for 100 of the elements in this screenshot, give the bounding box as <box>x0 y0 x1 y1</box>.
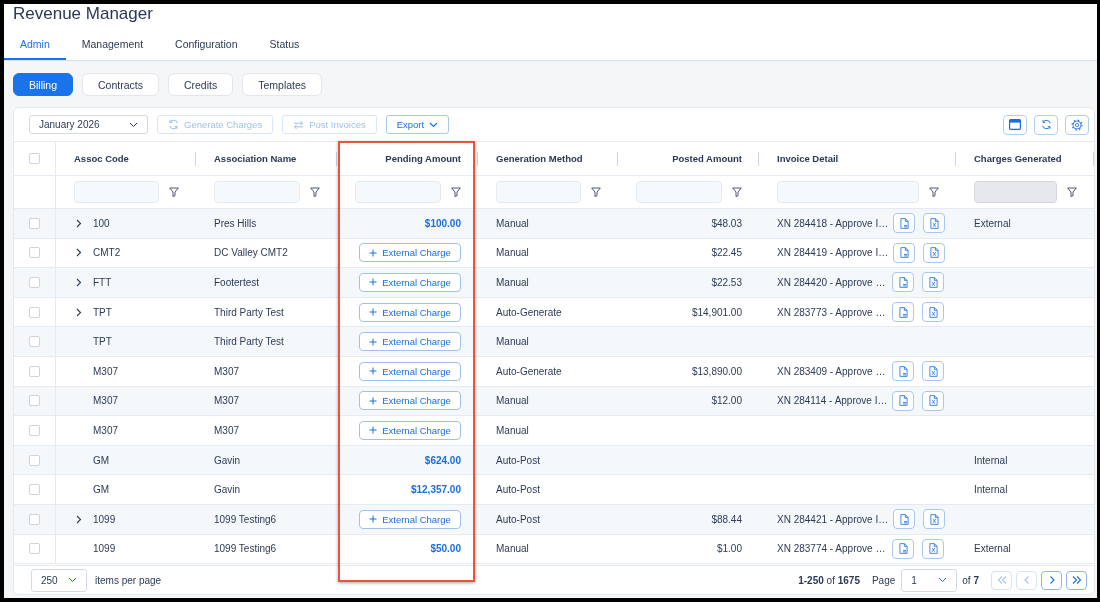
page-size-select[interactable]: 250 <box>31 568 87 592</box>
row-checkbox[interactable] <box>29 395 40 407</box>
plus-icon <box>369 337 378 346</box>
filter-icon[interactable] <box>169 187 179 197</box>
document-button[interactable] <box>893 213 916 234</box>
document-button[interactable] <box>892 361 914 382</box>
external-charge-button[interactable]: External Charge <box>359 243 461 263</box>
document-button[interactable] <box>892 272 914 293</box>
refresh-button[interactable] <box>1034 114 1058 135</box>
section-tab[interactable]: Templates <box>242 73 323 96</box>
section-tab[interactable]: Billing <box>13 73 73 96</box>
period-select[interactable]: January 2026 <box>29 115 148 134</box>
page-select[interactable]: 1 <box>901 568 958 592</box>
row-checkbox[interactable] <box>29 484 40 496</box>
assoc-code: TPT <box>93 336 112 348</box>
posted-amount: $22.45 <box>711 247 742 259</box>
assoc-code: 100 <box>93 217 110 229</box>
column-header[interactable]: Invoice Detail <box>759 142 956 175</box>
filter-field[interactable] <box>777 181 919 203</box>
filter-field[interactable] <box>74 181 159 203</box>
last-page-button[interactable] <box>1066 570 1087 590</box>
invoice-detail: XN 283409 - Approve … <box>777 365 887 377</box>
nav-tab[interactable]: Management <box>65 30 160 60</box>
column-header[interactable]: Assoc Code <box>56 142 196 175</box>
filter-field[interactable] <box>496 181 581 203</box>
next-page-button[interactable] <box>1041 570 1062 590</box>
x-document-button[interactable] <box>923 509 946 530</box>
double-chevron-left-icon <box>996 575 1007 585</box>
filter-field[interactable] <box>355 181 441 203</box>
row-checkbox[interactable] <box>29 217 40 229</box>
column-header[interactable]: Generation Method <box>478 142 618 175</box>
generation-method: Manual <box>496 217 529 229</box>
association-name: Third Party Test <box>214 336 284 348</box>
pending-amount: $624.00 <box>424 454 461 466</box>
document-button[interactable] <box>892 302 914 323</box>
invoice-detail: XN 284420 - Approve … <box>777 277 887 288</box>
row-checkbox[interactable] <box>29 513 40 525</box>
document-button[interactable] <box>892 390 915 411</box>
window-icon <box>1009 119 1021 130</box>
row-checkbox[interactable] <box>29 277 40 288</box>
nav-tab[interactable]: Status <box>253 30 316 60</box>
column-header[interactable]: Charges Generated <box>956 142 1094 175</box>
document-button[interactable] <box>893 509 916 530</box>
column-header[interactable]: Association Name <box>196 142 337 175</box>
layout-button[interactable] <box>1003 114 1027 135</box>
x-document-button[interactable] <box>922 272 944 293</box>
row-checkbox[interactable] <box>29 306 40 318</box>
chevron-right-icon[interactable] <box>76 218 82 228</box>
plus-icon <box>369 248 378 257</box>
filter-field[interactable] <box>214 181 300 203</box>
association-name: 1099 Testing6 <box>214 543 277 555</box>
section-tab[interactable]: Contracts <box>82 73 159 96</box>
x-document-button[interactable] <box>922 302 944 323</box>
external-charge-button[interactable]: External Charge <box>359 509 461 529</box>
x-document-button[interactable] <box>922 390 945 411</box>
assoc-code: TPT <box>93 306 112 318</box>
x-document-button[interactable] <box>922 538 944 559</box>
row-checkbox[interactable] <box>29 543 40 555</box>
row-checkbox[interactable] <box>29 365 40 377</box>
document-button[interactable] <box>893 242 916 263</box>
charges-generated: External <box>974 217 1011 229</box>
chevron-right-icon[interactable] <box>76 248 82 258</box>
association-name: M307 <box>214 424 239 436</box>
chevron-right-icon[interactable] <box>76 307 82 317</box>
filter-field[interactable] <box>636 181 722 203</box>
external-charge-button[interactable]: External Charge <box>359 273 461 292</box>
filter-icon[interactable] <box>929 187 939 197</box>
filter-icon[interactable] <box>310 187 320 197</box>
section-tab[interactable]: Credits <box>167 73 234 96</box>
external-charge-button[interactable]: External Charge <box>359 302 461 322</box>
row-checkbox[interactable] <box>29 247 40 259</box>
x-document-button[interactable] <box>923 213 946 234</box>
refresh-icon <box>1040 119 1052 130</box>
filter-icon[interactable] <box>1067 187 1077 197</box>
filter-icon[interactable] <box>732 187 742 197</box>
x-document-button[interactable] <box>922 361 944 382</box>
settings-button[interactable] <box>1065 114 1089 135</box>
external-charge-button[interactable]: External Charge <box>359 332 461 352</box>
x-document-icon <box>928 365 938 377</box>
row-checkbox[interactable] <box>29 454 40 466</box>
external-charge-button[interactable]: External Charge <box>359 420 461 440</box>
column-header[interactable]: Posted Amount <box>618 142 759 175</box>
generation-method: Manual <box>496 247 529 259</box>
column-header[interactable]: Pending Amount <box>385 153 461 164</box>
filter-icon[interactable] <box>451 187 461 197</box>
select-all-checkbox[interactable] <box>29 153 40 164</box>
chevron-right-icon[interactable] <box>76 514 82 524</box>
document-button[interactable] <box>892 538 914 559</box>
nav-tab[interactable]: Configuration <box>159 30 254 60</box>
external-charge-button[interactable]: External Charge <box>359 361 461 381</box>
document-icon <box>899 247 909 259</box>
filter-icon[interactable] <box>591 187 601 197</box>
row-checkbox[interactable] <box>29 424 40 436</box>
export-button[interactable]: Export <box>385 115 450 134</box>
external-charge-button[interactable]: External Charge <box>359 391 461 411</box>
assoc-code: M307 <box>93 395 118 407</box>
chevron-right-icon[interactable] <box>76 278 82 287</box>
row-checkbox[interactable] <box>29 336 40 348</box>
generation-method: Auto-Generate <box>496 306 562 318</box>
x-document-button[interactable] <box>923 242 946 263</box>
